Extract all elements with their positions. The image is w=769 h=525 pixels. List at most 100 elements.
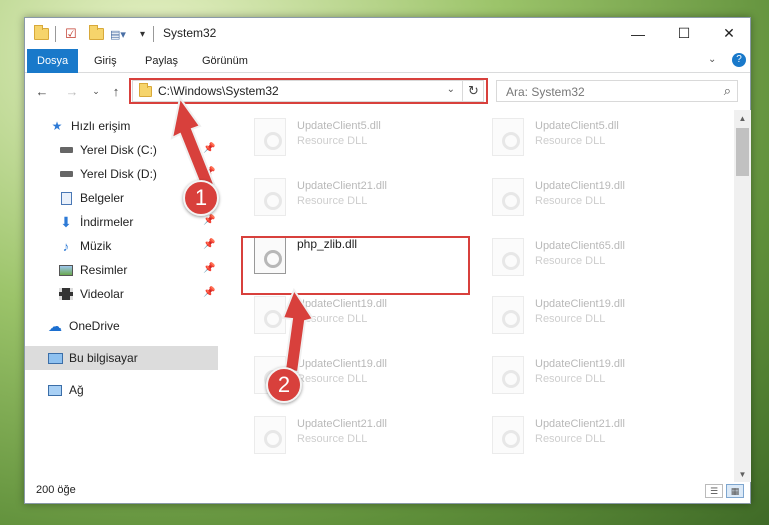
file-description: Resource DLL	[297, 135, 368, 147]
sidebar-item-local-disk-d[interactable]: Yerel Disk (D:) 📌	[25, 162, 218, 186]
up-button[interactable]: ↑	[107, 82, 125, 100]
file-name: UpdateClient21.dll	[297, 180, 387, 192]
pin-icon[interactable]: 📌	[203, 143, 215, 154]
sidebar-item-pictures[interactable]: Resimler 📌	[25, 258, 218, 282]
file-description: Resource DLL	[535, 195, 606, 207]
file-item[interactable]: UpdateClient19.dll Resource DLL	[244, 293, 464, 337]
customize-toolbar-icon[interactable]: ▾	[140, 26, 145, 42]
help-icon[interactable]: ?	[732, 53, 746, 67]
file-name: UpdateClient5.dll	[297, 120, 381, 132]
documents-icon	[58, 191, 74, 205]
pictures-icon	[58, 263, 74, 277]
sidebar-item-label: Bu bilgisayar	[69, 351, 138, 365]
scrollbar-thumb[interactable]	[736, 128, 749, 176]
sidebar-item-network[interactable]: Ağ	[25, 378, 218, 402]
pin-icon[interactable]: 📌	[203, 215, 215, 226]
details-view-icon[interactable]: ☰	[705, 484, 723, 498]
sidebar-item-label: Belgeler	[80, 191, 125, 205]
file-item[interactable]: UpdateClient5.dll Resource DLL	[482, 115, 702, 159]
forward-button[interactable]: →	[63, 82, 81, 100]
file-description: Resource DLL	[535, 433, 606, 445]
minimize-button[interactable]: —	[615, 18, 661, 49]
vertical-scrollbar[interactable]: ▲ ▼	[734, 110, 751, 482]
music-icon: ♪	[62, 238, 70, 254]
sidebar-item-label: Resimler	[80, 263, 128, 277]
dll-file-icon	[492, 296, 524, 334]
pin-icon[interactable]: 📌	[203, 263, 215, 274]
sidebar-item-music[interactable]: ♪ Müzik 📌	[25, 234, 218, 258]
close-button[interactable]: ✕	[706, 18, 752, 49]
separator	[55, 26, 56, 42]
pin-icon[interactable]: 📌	[203, 167, 215, 178]
scroll-up-arrow-icon[interactable]: ▲	[734, 110, 751, 126]
file-list: UpdateClient5.dll Resource DLL UpdateCli…	[232, 111, 732, 481]
status-item-count: 200 öğe	[36, 484, 76, 496]
sidebar-item-label: Müzik	[80, 239, 112, 253]
file-item[interactable]: UpdateClient65.dll Resource DLL	[482, 235, 702, 279]
navigation-bar: ← → ⌄ ↑ C:\Windows\System32 ⌄ ↻ Ara: Sys…	[25, 76, 750, 106]
drive-icon	[58, 167, 74, 181]
drive-icon	[58, 143, 74, 157]
dll-file-icon	[254, 296, 286, 334]
tab-giris[interactable]: Giriş	[84, 49, 127, 73]
pin-icon[interactable]: 📌	[203, 287, 215, 298]
file-item[interactable]: UpdateClient21.dll Resource DLL	[244, 175, 464, 219]
file-item[interactable]: UpdateClient19.dll Resource DLL	[482, 175, 702, 219]
separator	[153, 26, 154, 42]
file-item[interactable]: UpdateClient19.dll Resource DLL	[482, 353, 702, 397]
view-options-icon[interactable]: ▤▾	[110, 26, 126, 42]
recent-locations-icon[interactable]: ⌄	[87, 82, 105, 100]
tab-dosya[interactable]: Dosya	[27, 49, 79, 73]
file-name: UpdateClient19.dll	[535, 298, 625, 310]
dll-file-icon	[254, 118, 286, 156]
star-icon: ★	[51, 119, 63, 133]
file-item[interactable]: UpdateClient5.dll Resource DLL	[244, 115, 464, 159]
maximize-button[interactable]: ☐	[661, 18, 707, 49]
sidebar-item-label: Ağ	[69, 383, 84, 397]
sidebar-item-label: Yerel Disk (D:)	[80, 167, 157, 181]
sidebar-item-label: OneDrive	[69, 319, 120, 333]
dll-file-icon	[254, 416, 286, 454]
highlight-box-address	[129, 78, 488, 104]
file-description: Resource DLL	[297, 433, 368, 445]
tab-paylas[interactable]: Paylaş	[135, 49, 188, 73]
sidebar-item-quick-access[interactable]: ★ Hızlı erişim	[25, 114, 218, 138]
large-icons-view-icon[interactable]: ▦	[726, 484, 744, 498]
quick-access-folder-icon[interactable]	[34, 25, 49, 42]
scroll-down-arrow-icon[interactable]: ▼	[734, 466, 751, 482]
ribbon-tabs: Dosya Giriş Paylaş Görünüm ⌄ ?	[25, 49, 750, 73]
file-name: UpdateClient5.dll	[535, 120, 619, 132]
pin-icon[interactable]: 📌	[203, 239, 215, 250]
file-description: Resource DLL	[297, 373, 368, 385]
sidebar-item-downloads[interactable]: ⬇ İndirmeler 📌	[25, 210, 218, 234]
search-input[interactable]: Ara: System32 ⌕	[496, 80, 738, 102]
file-description: Resource DLL	[297, 313, 368, 325]
file-item[interactable]: UpdateClient21.dll Resource DLL	[482, 413, 702, 457]
dll-file-icon	[254, 178, 286, 216]
file-name: UpdateClient21.dll	[297, 418, 387, 430]
sidebar-item-this-pc[interactable]: Bu bilgisayar	[25, 346, 218, 370]
new-folder-icon[interactable]	[89, 25, 104, 42]
sidebar-item-local-disk-c[interactable]: Yerel Disk (C:) 📌	[25, 138, 218, 162]
file-description: Resource DLL	[535, 313, 606, 325]
sidebar-item-label: İndirmeler	[80, 215, 134, 229]
sidebar-item-videos[interactable]: Videolar 📌	[25, 282, 218, 306]
expand-ribbon-icon[interactable]: ⌄	[708, 54, 716, 65]
file-item[interactable]: UpdateClient21.dll Resource DLL	[244, 413, 464, 457]
search-placeholder: Ara: System32	[506, 85, 585, 99]
videos-icon	[58, 287, 74, 301]
tab-gorunum[interactable]: Görünüm	[192, 49, 258, 73]
file-description: Resource DLL	[535, 135, 606, 147]
dll-file-icon	[492, 238, 524, 276]
file-description: Resource DLL	[297, 195, 368, 207]
back-button[interactable]: ←	[33, 82, 51, 100]
cloud-icon: ☁	[48, 317, 62, 334]
network-icon	[47, 383, 63, 397]
file-name: UpdateClient19.dll	[535, 358, 625, 370]
properties-icon[interactable]: ☑	[65, 26, 77, 42]
sidebar-item-onedrive[interactable]: ☁ OneDrive	[25, 314, 218, 338]
file-item[interactable]: UpdateClient19.dll Resource DLL	[482, 293, 702, 337]
download-icon: ⬇	[60, 213, 72, 230]
file-name: UpdateClient19.dll	[297, 358, 387, 370]
step-2-badge: 2	[266, 367, 302, 403]
